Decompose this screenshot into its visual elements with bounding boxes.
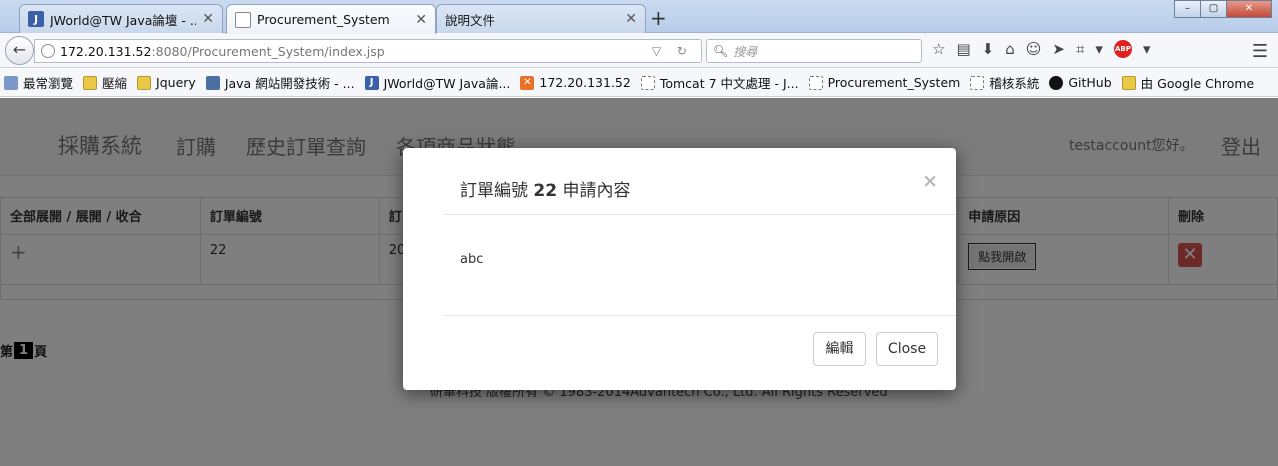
tab-label: Procurement_System [257, 12, 390, 27]
close-tab-icon[interactable]: ✕ [415, 12, 427, 28]
close-window-button[interactable]: ✕ [1226, 0, 1272, 18]
send-icon[interactable]: ➤ [1052, 40, 1065, 58]
bookmark-label: Procurement_System [827, 75, 961, 90]
bookmark-label: 最常瀏覽 [23, 76, 74, 91]
close-tab-icon[interactable]: ✕ [625, 11, 637, 27]
maximize-button[interactable]: ▢ [1200, 0, 1227, 18]
dropdown-icon[interactable]: ▾ [1143, 40, 1151, 58]
bookmark-label: Jquery [156, 75, 196, 90]
github-icon [1049, 75, 1064, 90]
back-arrow-icon[interactable]: ← [5, 36, 34, 65]
tab-label: 說明文件 [445, 12, 496, 28]
url-path: :8080/Procurement_System/index.jsp [151, 43, 385, 59]
globe-icon [41, 44, 55, 58]
menu-icon[interactable]: ☰ [1252, 41, 1268, 62]
modal-title-suffix: 申請內容 [562, 181, 631, 201]
bookmark-item[interactable]: 由 Google Chrome [1121, 73, 1255, 92]
bookmark-label: 由 Google Chrome [1140, 76, 1255, 91]
home-icon[interactable]: ⌂ [1005, 40, 1015, 58]
close-button[interactable]: Close [876, 332, 938, 366]
bookmark-label: JWorld@TW Java論... [383, 76, 511, 91]
bookmark-item[interactable]: Procurement_System [808, 75, 961, 90]
download-icon[interactable]: ⬇ [982, 40, 995, 58]
bookmark-label: Java 網站開發技術 - ... [224, 76, 355, 91]
bookmarks-bar: 最常瀏覽 壓縮 Jquery Java 網站開發技術 - ... J JWorld… [0, 69, 1278, 97]
chat-icon[interactable]: ☺ [1026, 40, 1042, 58]
page-favicon-icon [235, 11, 251, 28]
dropdown-icon[interactable]: ▾ [1095, 40, 1103, 58]
tab-label: JWorld@TW Java論壇 - ... [50, 12, 197, 28]
search-input[interactable]: 🔍︎ 搜尋 [706, 39, 922, 63]
modal-title: 訂單編號 22 申請內容 [460, 176, 630, 201]
bookmark-label: 172.20.131.52 [539, 75, 631, 90]
bookmark-label: 稽核系統 [989, 76, 1040, 91]
bookmark-item[interactable]: GitHub [1049, 75, 1112, 90]
bookmark-item[interactable]: J JWorld@TW Java論... [364, 73, 511, 92]
bookmark-label: GitHub [1068, 75, 1112, 90]
bookmark-item[interactable]: Java 網站開發技術 - ... [205, 73, 355, 92]
tab-strip: J JWorld@TW Java論壇 - ... ✕ Procurement_S… [0, 0, 1278, 34]
reload-icon[interactable]: ▽ ↻ [652, 44, 693, 58]
bookmark-star-icon[interactable]: ☆ [932, 40, 945, 58]
search-placeholder: 搜尋 [733, 44, 758, 59]
bookmark-item[interactable]: 壓縮 [83, 73, 127, 92]
page-icon [970, 75, 985, 90]
edit-button[interactable]: 編輯 [813, 332, 866, 366]
adblock-icon[interactable]: ABP [1113, 40, 1132, 58]
modal-body: abc [460, 252, 484, 267]
tab-procurement[interactable]: Procurement_System ✕ [226, 4, 436, 34]
new-tab-icon[interactable]: + [650, 6, 667, 30]
order-detail-modal: 訂單編號 22 申請內容 × abc 編輯 Close [403, 148, 956, 390]
page-icon [640, 75, 655, 90]
folder-icon [137, 75, 152, 90]
tab-docs[interactable]: 說明文件 ✕ [436, 4, 646, 33]
xampp-icon: ✕ [520, 75, 535, 90]
page-icon [808, 75, 823, 90]
search-icon: 🔍︎ [713, 44, 729, 58]
close-tab-icon[interactable]: ✕ [202, 11, 214, 27]
bookmark-item[interactable]: 稽核系統 [970, 73, 1039, 92]
modal-title-prefix: 訂單編號 [460, 181, 528, 201]
crop-icon[interactable]: ⌗ [1076, 40, 1084, 58]
modal-footer: 編輯 Close [444, 315, 956, 390]
grid-icon [205, 75, 220, 90]
folder-icon [83, 75, 98, 90]
bookmark-label: 壓縮 [102, 76, 128, 91]
bookmark-item[interactable]: Tomcat 7 中文處理 - J... [640, 73, 799, 92]
bookmark-label: Tomcat 7 中文處理 - J... [659, 76, 799, 91]
navigation-bar: ← 172.20.131.52:8080/Procurement_System/… [0, 33, 1278, 68]
close-icon[interactable]: × [922, 170, 938, 192]
folder-icon [1121, 75, 1136, 90]
recent-icon [4, 75, 18, 90]
modal-order-no: 22 [533, 181, 558, 201]
bookmarks-list-icon[interactable]: ▤ [956, 40, 970, 58]
jworld-favicon-icon: J [364, 75, 379, 90]
bookmark-item[interactable]: ✕ 172.20.131.52 [520, 75, 631, 90]
bookmark-item[interactable]: 最常瀏覽 [4, 73, 73, 92]
tab-jworld[interactable]: J JWorld@TW Java論壇 - ... ✕ [19, 4, 223, 33]
url-bar[interactable]: 172.20.131.52:8080/Procurement_System/in… [34, 39, 702, 63]
window-controls: – ▢ ✕ [1174, 0, 1272, 18]
bookmark-item[interactable]: Jquery [137, 75, 196, 90]
modal-header: 訂單編號 22 申請內容 × [444, 148, 956, 215]
toolbar-icons: ☆ ▤ ⬇ ⌂ ☺ ➤ ⌗ ▾ ABP ▾ [932, 40, 1150, 58]
jworld-favicon-icon: J [28, 11, 44, 27]
url-host: 172.20.131.52 [60, 43, 152, 59]
minimize-button[interactable]: – [1174, 0, 1201, 18]
